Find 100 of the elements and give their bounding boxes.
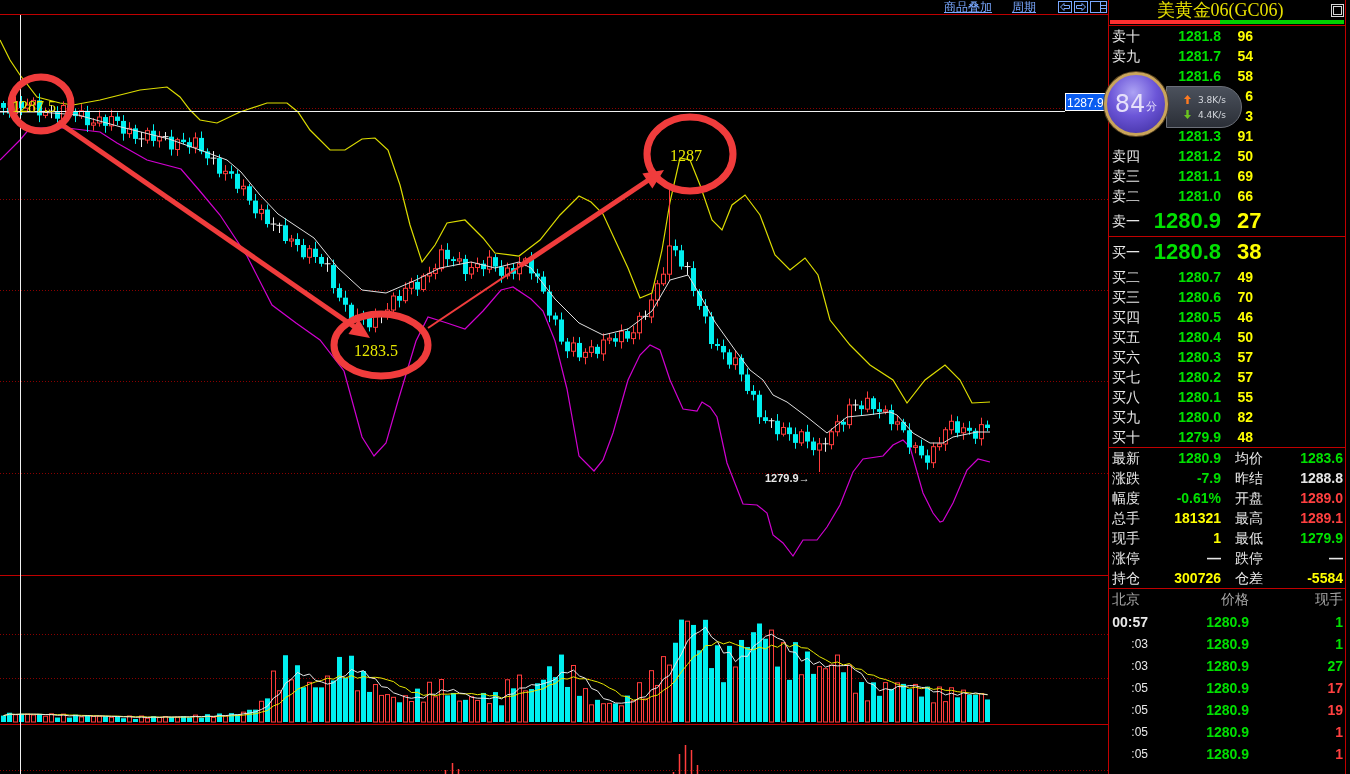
stat-value: — <box>1206 550 1221 566</box>
bid-volume: 70 <box>1237 289 1253 305</box>
ask-volume: 96 <box>1237 28 1253 44</box>
toolbar-link[interactable]: 周期 <box>1012 0 1036 14</box>
bid-level-label: 买一 <box>1112 244 1141 260</box>
indicator-bar <box>678 753 681 774</box>
download-arrow-icon <box>1184 110 1191 119</box>
ask-volume: 58 <box>1237 68 1253 84</box>
ask-level-label: 卖十 <box>1112 28 1141 44</box>
stat-value: 1283.6 <box>1299 450 1343 466</box>
bid-price: 1280.5 <box>1177 309 1221 325</box>
bid-volume: 46 <box>1237 309 1253 325</box>
stat-label: 昨结 <box>1235 470 1264 486</box>
bid-level-label: 买五 <box>1112 329 1141 345</box>
tick-price: 1280.9 <box>1205 658 1249 674</box>
stat-label: 幅度 <box>1112 490 1141 506</box>
tick-volume: 1 <box>1334 636 1343 652</box>
left-arrow-icon[interactable] <box>1058 1 1072 13</box>
bid-price: 1280.0 <box>1177 409 1221 425</box>
low-price-label: 1279.9→ <box>765 472 810 484</box>
bid-level-label: 买十 <box>1112 429 1141 445</box>
upload-speed: 3.8K/s <box>1198 94 1226 105</box>
stat-label: 开盘 <box>1235 490 1264 506</box>
bid-volume: 57 <box>1237 349 1253 365</box>
stat-label: 持仓 <box>1112 570 1141 586</box>
tick-volume: 1 <box>1334 746 1343 762</box>
tick-time: 00:57 <box>1112 614 1148 630</box>
stat-value: 1 <box>1212 530 1221 546</box>
stat-value: 1289.0 <box>1299 490 1343 506</box>
column-header: 现手 <box>1314 591 1343 609</box>
tick-volume: 1 <box>1334 724 1343 740</box>
bid-level-label: 买六 <box>1112 349 1141 365</box>
stat-label: 跌停 <box>1235 550 1264 566</box>
tick-volume: 17 <box>1326 680 1343 696</box>
score-badge[interactable]: 84分 <box>1104 72 1168 136</box>
bid-volume: 57 <box>1237 369 1253 385</box>
stat-label: 涨停 <box>1112 550 1141 566</box>
split-panel-icon[interactable] <box>1090 1 1107 13</box>
ask-price: 1281.2 <box>1177 148 1221 164</box>
toolbar-link[interactable]: 商品叠加 <box>944 0 992 14</box>
ask-volume: 27 <box>1237 208 1262 234</box>
ask-level-label: 卖九 <box>1112 48 1141 64</box>
tick-price: 1280.9 <box>1205 614 1249 630</box>
bid-price: 1280.6 <box>1177 289 1221 305</box>
bid-price: 1280.3 <box>1177 349 1221 365</box>
bid-level-label: 买八 <box>1112 389 1141 405</box>
indicator-bar <box>696 764 699 774</box>
ask-level-label: 卖二 <box>1112 188 1141 204</box>
stat-label: 最低 <box>1235 530 1264 546</box>
bid-price: 1280.8 <box>1152 239 1221 265</box>
score-unit: 分 <box>1146 101 1158 113</box>
right-arrow-icon[interactable] <box>1074 1 1088 13</box>
bid-level-label: 买四 <box>1112 309 1141 325</box>
download-speed: 4.4K/s <box>1198 109 1226 120</box>
upload-arrow-icon <box>1184 95 1191 104</box>
ask-price: 1281.0 <box>1177 188 1221 204</box>
tick-price: 1280.9 <box>1205 724 1249 740</box>
bid-level-label: 买二 <box>1112 269 1141 285</box>
bid-volume: 38 <box>1237 239 1262 265</box>
tick-time: :05 <box>1130 725 1148 739</box>
indicator-bar <box>451 762 454 774</box>
ask-price: 1281.6 <box>1177 68 1221 84</box>
tick-time: :03 <box>1130 659 1148 673</box>
ask-volume: 3 <box>1244 108 1253 124</box>
stat-label: 总手 <box>1112 510 1141 526</box>
column-header: 价格 <box>1220 591 1249 609</box>
bid-price: 1280.7 <box>1177 269 1221 285</box>
bid-level-label: 买九 <box>1112 409 1141 425</box>
ask-price: 1281.7 <box>1177 48 1221 64</box>
stat-value: 1279.9 <box>1299 530 1343 546</box>
stat-label: 仓差 <box>1235 570 1264 586</box>
indicator-bar <box>684 744 687 774</box>
stat-value: 300726 <box>1173 570 1221 586</box>
ask-price: 1281.1 <box>1177 168 1221 184</box>
ask-level-label: 卖四 <box>1112 148 1141 164</box>
price-label: 1283.5 <box>354 342 398 359</box>
tick-price: 1280.9 <box>1205 636 1249 652</box>
ask-level-label: 卖三 <box>1112 168 1141 184</box>
indicator-bar <box>457 768 460 774</box>
stat-label: 最新 <box>1112 450 1141 466</box>
stat-label: 最高 <box>1235 510 1264 526</box>
tick-volume: 19 <box>1326 702 1343 718</box>
stat-value: 1280.9 <box>1177 450 1221 466</box>
bid-volume: 49 <box>1237 269 1253 285</box>
bid-level-label: 买七 <box>1112 369 1141 385</box>
stat-label: 涨跌 <box>1112 470 1141 486</box>
ask-price: 1281.3 <box>1177 128 1221 144</box>
tick-time: :03 <box>1130 637 1148 651</box>
stat-value: -5584 <box>1306 570 1343 586</box>
indicator-bar <box>690 749 693 774</box>
score-value: 84 <box>1114 91 1146 117</box>
ask-volume: 54 <box>1237 48 1253 64</box>
tick-time: :05 <box>1130 681 1148 695</box>
maximize-icon[interactable] <box>1331 3 1344 17</box>
tick-price: 1280.9 <box>1205 702 1249 718</box>
column-header: 北京 <box>1112 591 1141 609</box>
ask-price: 1280.9 <box>1152 208 1221 234</box>
stat-value: — <box>1328 550 1343 566</box>
bid-price: 1279.9 <box>1177 429 1221 445</box>
price-label: 1287 <box>670 147 702 164</box>
